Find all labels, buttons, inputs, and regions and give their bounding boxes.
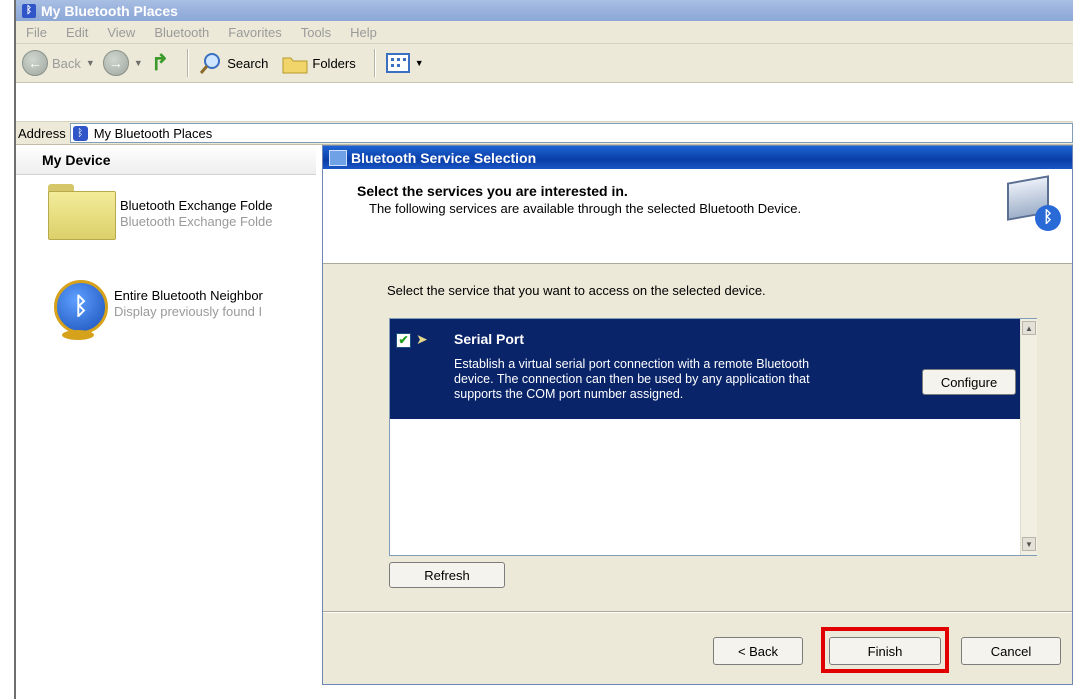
forward-arrow-icon: → xyxy=(102,50,129,76)
search-icon xyxy=(200,53,221,74)
service-description: Establish a virtual serial port connecti… xyxy=(454,357,810,401)
dialog-header: Select the services you are interested i… xyxy=(323,169,1072,264)
back-label: Back xyxy=(52,55,81,71)
service-list[interactable]: ✔ ➤ Serial Port Establish a virtual seri… xyxy=(389,318,1037,556)
menu-bar: File Edit View Bluetooth Favorites Tools… xyxy=(16,21,1073,44)
menu-bluetooth[interactable]: Bluetooth xyxy=(144,25,218,40)
menu-favorites[interactable]: Favorites xyxy=(218,25,290,40)
dialog-heading: Select the services you are interested i… xyxy=(357,183,628,199)
back-button-dialog[interactable]: < Back xyxy=(713,637,803,665)
dialog-subheading: The following services are available thr… xyxy=(369,201,802,216)
window-title: My Bluetooth Places xyxy=(41,2,178,19)
cancel-button[interactable]: Cancel xyxy=(961,637,1061,665)
folders-button[interactable]: Folders xyxy=(282,52,356,74)
address-value: My Bluetooth Places xyxy=(93,125,213,141)
configure-button[interactable]: Configure xyxy=(922,369,1016,395)
pane-header: My Device xyxy=(16,145,316,175)
item-name: Bluetooth Exchange Folde xyxy=(120,198,273,213)
back-arrow-icon: ← xyxy=(22,50,48,76)
item-name: Entire Bluetooth Neighbor xyxy=(114,288,263,303)
address-field[interactable]: ᛒ My Bluetooth Places xyxy=(69,123,1073,143)
list-item[interactable]: Bluetooth Exchange Folde Bluetooth Excha… xyxy=(48,184,310,240)
toolbar-separator xyxy=(187,49,190,77)
menu-file[interactable]: File xyxy=(16,25,56,40)
scrollbar[interactable]: ▲ ▼ xyxy=(1020,319,1037,555)
address-bar: Address ᛒ My Bluetooth Places xyxy=(16,121,1073,145)
bluetooth-computer-icon: ᛒ xyxy=(1001,175,1061,237)
window-titlebar: ᛒ My Bluetooth Places xyxy=(16,0,1073,21)
search-button[interactable]: Search xyxy=(199,51,268,75)
service-item-serial-port[interactable]: ✔ ➤ Serial Port Establish a virtual seri… xyxy=(390,319,1020,419)
bluetooth-device-icon xyxy=(329,149,347,166)
folders-label: Folders xyxy=(312,55,356,71)
dialog-divider xyxy=(323,611,1072,613)
dialog-titlebar: Bluetooth Service Selection xyxy=(323,146,1072,169)
search-label: Search xyxy=(227,55,269,71)
chevron-down-icon[interactable]: ▼ xyxy=(86,58,95,68)
dialog-instruction: Select the service that you want to acce… xyxy=(387,283,766,298)
menu-tools[interactable]: Tools xyxy=(291,25,340,40)
serial-port-icon: ➤ xyxy=(416,331,428,347)
toolbar: ← Back ▼ → ▼ ↱ Search Folders ▼ xyxy=(16,43,1073,83)
bluetooth-icon: ᛒ xyxy=(72,125,88,141)
folder-icon xyxy=(48,184,116,240)
item-subtitle: Bluetooth Exchange Folde xyxy=(120,214,273,229)
chevron-down-icon[interactable]: ▼ xyxy=(415,58,424,68)
service-name: Serial Port xyxy=(454,331,525,347)
menu-help[interactable]: Help xyxy=(340,25,386,40)
views-button[interactable]: ▼ xyxy=(385,53,424,73)
list-item[interactable]: ᛒ Entire Bluetooth Neighbor Display prev… xyxy=(48,278,304,344)
views-icon xyxy=(385,53,410,73)
forward-button[interactable]: → ▼ xyxy=(102,50,143,76)
address-label: Address xyxy=(18,125,66,141)
refresh-button[interactable]: Refresh xyxy=(389,562,505,588)
scroll-down-icon[interactable]: ▼ xyxy=(1022,537,1036,551)
service-checkbox[interactable]: ✔ xyxy=(396,333,411,348)
up-folder-button[interactable]: ↱ xyxy=(151,50,169,76)
bluetooth-globe-icon: ᛒ xyxy=(48,278,108,344)
item-subtitle: Display previously found I xyxy=(114,304,263,319)
up-arrow-icon: ↱ xyxy=(150,50,170,75)
finish-button[interactable]: Finish xyxy=(829,637,941,665)
toolbar-separator xyxy=(373,49,376,77)
menu-edit[interactable]: Edit xyxy=(56,25,97,40)
chevron-down-icon[interactable]: ▼ xyxy=(134,58,143,68)
bluetooth-service-dialog: Bluetooth Service Selection Select the s… xyxy=(322,145,1073,685)
dialog-title: Bluetooth Service Selection xyxy=(351,149,537,166)
menu-view[interactable]: View xyxy=(97,25,144,40)
scroll-up-icon[interactable]: ▲ xyxy=(1022,321,1036,335)
bluetooth-icon: ᛒ xyxy=(22,3,36,18)
back-button[interactable]: ← Back ▼ xyxy=(22,50,95,76)
folders-icon xyxy=(282,57,308,74)
